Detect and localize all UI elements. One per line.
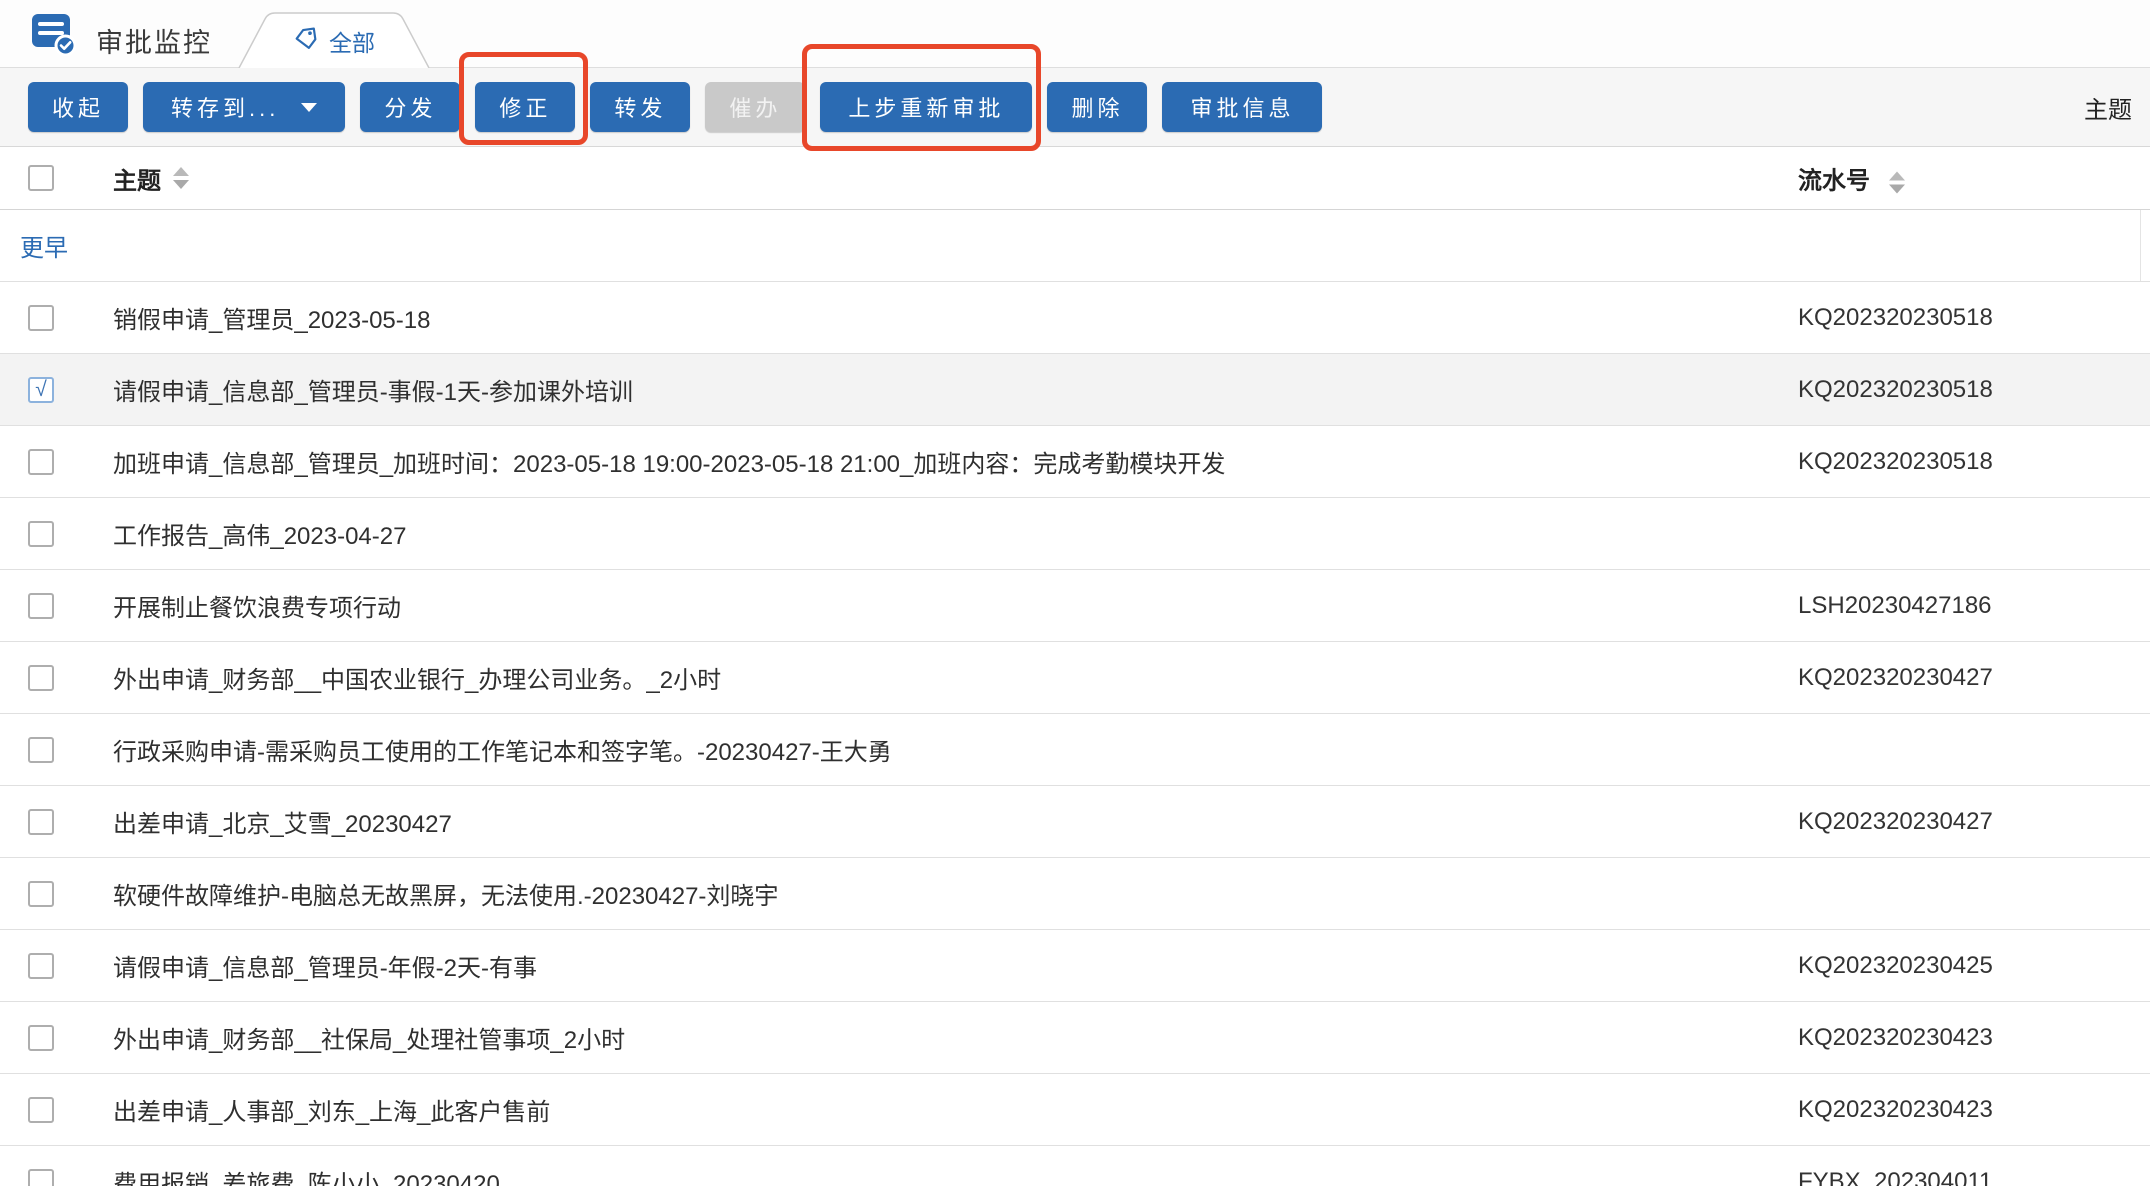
table-row[interactable]: 开展制止餐饮浪费专项行动LSH20230427186 xyxy=(0,570,2150,642)
delete-button[interactable]: 删除 xyxy=(1047,82,1147,132)
titlebar: 审批监控 全部 xyxy=(0,0,2150,67)
transfer-to-button[interactable]: 转存到... xyxy=(143,82,345,132)
row-serial: KQ202320230427 xyxy=(1798,664,1993,692)
row-serial: KQ202320230518 xyxy=(1798,448,1993,476)
table-row[interactable]: 外出申请_财务部__社保局_处理社管事项_2小时KQ202320230423 xyxy=(0,1002,2150,1074)
approval-info-button[interactable]: 审批信息 xyxy=(1162,82,1322,132)
correct-button[interactable]: 修正 xyxy=(475,82,575,132)
row-serial: FYBX_202304011 xyxy=(1798,1168,1992,1186)
table-row[interactable]: 请假申请_信息部_管理员-年假-2天-有事KQ202320230425 xyxy=(0,930,2150,1002)
group-row-earlier[interactable]: 更早 xyxy=(0,210,2150,282)
row-checkbox[interactable] xyxy=(28,593,54,619)
table-row[interactable]: √请假申请_信息部_管理员-事假-1天-参加课外培训KQ202320230518 xyxy=(0,354,2150,426)
row-checkbox[interactable] xyxy=(28,809,54,835)
row-checkbox[interactable] xyxy=(28,665,54,691)
row-checkbox[interactable] xyxy=(28,1169,54,1186)
row-serial: KQ202320230423 xyxy=(1798,1024,1993,1052)
column-header-subject[interactable]: 主题 xyxy=(113,161,161,196)
row-checkbox[interactable] xyxy=(28,449,54,475)
row-checkbox[interactable] xyxy=(28,1025,54,1051)
row-checkbox[interactable] xyxy=(28,305,54,331)
table-row[interactable]: 行政采购申请-需采购员工使用的工作笔记本和签字笔。-20230427-王大勇 xyxy=(0,714,2150,786)
row-subject[interactable]: 软硬件故障维护-电脑总无故黑屏，无法使用.-20230427-刘晓宇 xyxy=(113,876,2150,911)
reapprove-previous-step-button[interactable]: 上步重新审批 xyxy=(820,82,1032,132)
collapse-button[interactable]: 收起 xyxy=(28,82,128,132)
select-all-checkbox[interactable] xyxy=(28,165,54,191)
row-serial: LSH20230427186 xyxy=(1798,592,1992,620)
tab-all[interactable]: 全部 xyxy=(238,10,430,68)
column-header-serial[interactable]: 流水号 xyxy=(1798,168,1870,195)
tag-icon xyxy=(293,26,319,57)
row-serial: KQ202320230423 xyxy=(1798,1096,1993,1124)
row-serial: KQ202320230518 xyxy=(1798,376,1993,404)
row-checkbox[interactable] xyxy=(28,881,54,907)
table-row[interactable]: 出差申请_北京_艾雪_20230427KQ202320230427 xyxy=(0,786,2150,858)
toolbar: 收起 转存到... 分发 修正 转发 催办 上步重新审批 删除 审批信息 xyxy=(0,67,2150,147)
reapprove-button-wrap: 上步重新审批 xyxy=(820,82,1032,132)
distribute-button[interactable]: 分发 xyxy=(360,82,460,132)
table-header: 主题 流水号 xyxy=(0,147,2150,210)
row-subject[interactable]: 行政采购申请-需采购员工使用的工作笔记本和签字笔。-20230427-王大勇 xyxy=(113,732,2150,767)
row-checkbox[interactable] xyxy=(28,521,54,547)
forward-button[interactable]: 转发 xyxy=(590,82,690,132)
table-row[interactable]: 出差申请_人事部_刘东_上海_此客户售前KQ202320230423 xyxy=(0,1074,2150,1146)
row-checkbox[interactable] xyxy=(28,737,54,763)
table-row[interactable]: 加班申请_信息部_管理员_加班时间：2023-05-18 19:00-2023-… xyxy=(0,426,2150,498)
row-checkbox[interactable] xyxy=(28,1097,54,1123)
caret-down-icon xyxy=(301,103,317,112)
approval-monitor-page: 审批监控 全部 收起 转存到... 分发 xyxy=(0,0,2150,1186)
approval-table: 主题 流水号 更早 销假申请_管理员_2023-05-18KQ202320230… xyxy=(0,147,2150,1186)
table-row[interactable]: 费用报销_差旅费_陈小小_20230420FYBX_202304011 xyxy=(0,1146,2150,1186)
urge-button: 催办 xyxy=(705,82,805,132)
row-checkbox[interactable]: √ xyxy=(28,377,54,403)
row-serial: KQ202320230518 xyxy=(1798,304,1993,332)
row-serial: KQ202320230425 xyxy=(1798,952,1993,980)
row-serial: KQ202320230427 xyxy=(1798,808,1993,836)
table-row[interactable]: 外出申请_财务部__中国农业银行_办理公司业务。_2小时KQ2023202304… xyxy=(0,642,2150,714)
table-row[interactable]: 工作报告_高伟_2023-04-27 xyxy=(0,498,2150,570)
sort-arrows-icon[interactable] xyxy=(173,167,189,189)
row-subject[interactable]: 工作报告_高伟_2023-04-27 xyxy=(113,516,2150,551)
transfer-to-label: 转存到... xyxy=(171,91,279,123)
approval-monitor-icon xyxy=(30,10,76,56)
tab-label: 全部 xyxy=(329,24,375,58)
row-checkbox[interactable] xyxy=(28,953,54,979)
group-label[interactable]: 更早 xyxy=(20,228,68,263)
subject-panel-label: 主题 xyxy=(2084,67,2132,147)
table-row[interactable]: 软硬件故障维护-电脑总无故黑屏，无法使用.-20230427-刘晓宇 xyxy=(0,858,2150,930)
sort-arrows-icon[interactable] xyxy=(1889,171,1905,193)
correct-button-wrap: 修正 xyxy=(475,82,575,132)
table-row[interactable]: 销假申请_管理员_2023-05-18KQ202320230518 xyxy=(0,282,2150,354)
table-body: 销假申请_管理员_2023-05-18KQ202320230518√请假申请_信… xyxy=(0,282,2150,1186)
page-title: 审批监控 xyxy=(96,21,212,60)
